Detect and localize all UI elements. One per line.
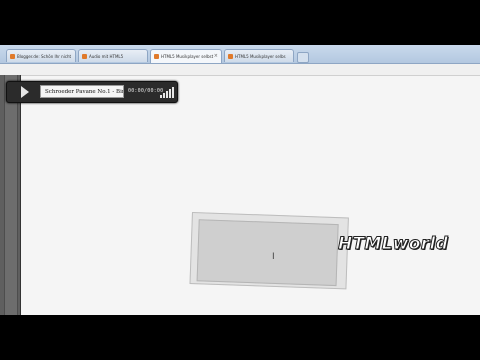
sidebar-stripe [4, 75, 18, 315]
text-cursor-icon: I [272, 252, 275, 262]
left-sidebar [0, 75, 21, 315]
tab-label: HTML5 Musikplayer selbst [161, 54, 214, 59]
tab-html5-musikplayer-active[interactable]: HTML5 Musikplayer selbst × [150, 49, 222, 63]
track-title: Schroeder Pavane No.1 - Birds on [40, 85, 124, 98]
volume-bar [169, 89, 171, 98]
tab-close-icon[interactable]: × [214, 50, 218, 63]
tab-blogger[interactable]: Blogger.de: Schön Ihr nicht [6, 49, 76, 62]
favicon-icon [228, 54, 233, 59]
tab-label: Blogger.de: Schön Ihr nicht [17, 54, 72, 59]
tab-label: HTML5 Musikplayer selbs [235, 54, 286, 59]
time-display: 00:00/00:00 [128, 88, 164, 94]
volume-bar [160, 95, 162, 98]
new-tab-button[interactable] [297, 52, 309, 63]
volume-bars-icon[interactable] [160, 87, 176, 98]
favicon-icon [82, 54, 87, 59]
browser-toolbar [0, 64, 480, 76]
favicon-icon [10, 54, 15, 59]
overlay-panel [189, 212, 349, 290]
volume-bar [163, 93, 165, 98]
tab-html5-musikplayer[interactable]: HTML5 Musikplayer selbs [224, 49, 294, 62]
volume-bar [172, 87, 174, 98]
tab-audio-html5[interactable]: Audio mit HTML5 [78, 49, 148, 62]
favicon-icon [154, 54, 159, 59]
browser-tab-bar: Blogger.de: Schön Ihr nicht Audio mit HT… [0, 45, 480, 64]
overlay-panel-inner [196, 219, 339, 287]
play-icon[interactable] [21, 86, 29, 98]
audio-player: Schroeder Pavane No.1 - Birds on 00:00/0… [6, 81, 178, 103]
volume-bar [166, 91, 168, 98]
watermark-logo: HTMLworld [337, 234, 449, 255]
tab-label: Audio mit HTML5 [89, 54, 124, 59]
